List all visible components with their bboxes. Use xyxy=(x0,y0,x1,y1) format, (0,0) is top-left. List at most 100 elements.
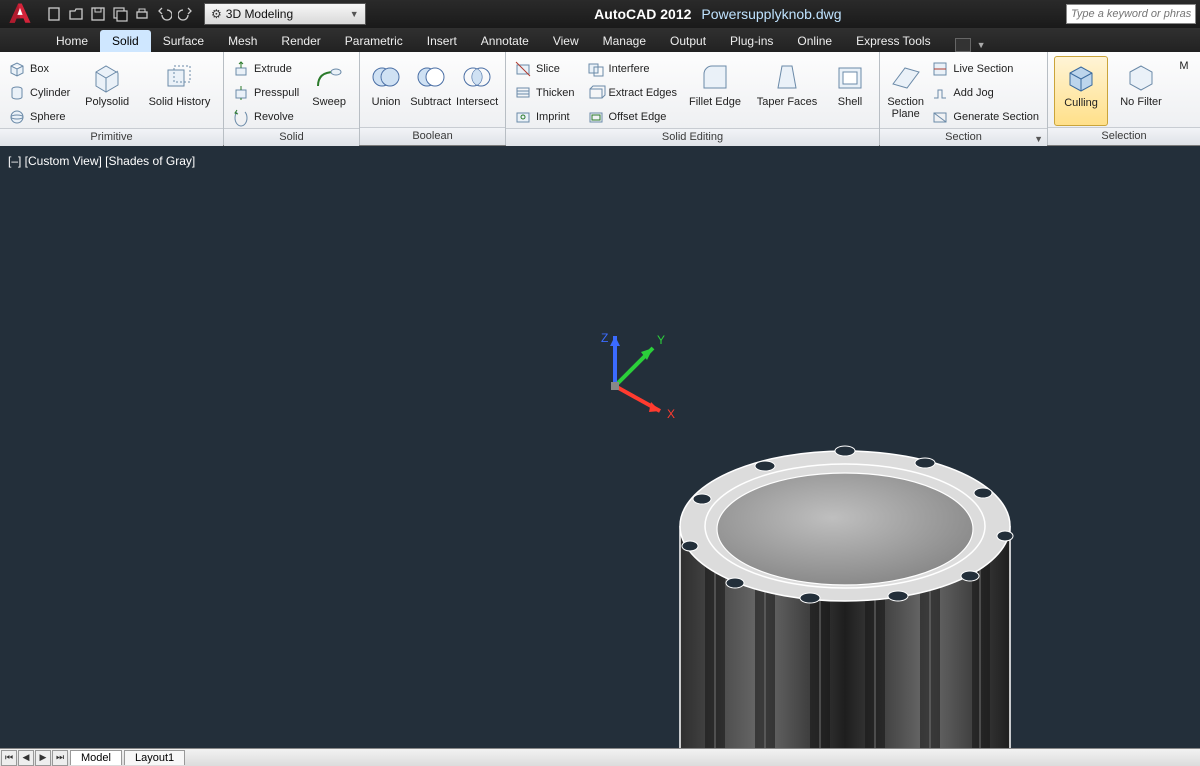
sweep-label: Sweep xyxy=(312,96,346,108)
first-tab-icon[interactable]: ⏮ xyxy=(1,750,17,766)
livesection-button[interactable]: Live Section xyxy=(929,58,1041,80)
taperfaces-icon xyxy=(770,60,804,94)
presspull-button[interactable]: Presspull xyxy=(230,82,301,104)
intersect-label: Intersect xyxy=(456,96,498,108)
thicken-button[interactable]: Thicken xyxy=(512,82,577,104)
tab-mesh[interactable]: Mesh xyxy=(216,30,269,52)
subtract-icon xyxy=(414,60,448,94)
tab-render[interactable]: Render xyxy=(269,30,332,52)
revolve-button[interactable]: Revolve xyxy=(230,106,301,128)
undo-icon[interactable] xyxy=(154,4,174,24)
panel-section-caption-label: Section xyxy=(945,131,982,143)
culling-button[interactable]: Culling xyxy=(1054,56,1108,126)
taperfaces-label: Taper Faces xyxy=(757,96,818,108)
sectionplane-button[interactable]: Section Plane xyxy=(886,56,925,126)
tab-home[interactable]: Home xyxy=(44,30,100,52)
search-input[interactable] xyxy=(1071,8,1191,20)
offsetedge-button[interactable]: Offset Edge xyxy=(585,106,679,128)
shell-button[interactable]: Shell xyxy=(827,56,873,126)
interfere-icon xyxy=(587,60,605,78)
tab-solid[interactable]: Solid xyxy=(100,30,151,52)
knob-model[interactable] xyxy=(660,391,1030,748)
taperfaces-button[interactable]: Taper Faces xyxy=(751,56,823,126)
axis-y-label: Y xyxy=(657,333,665,347)
panel-boolean-caption[interactable]: Boolean xyxy=(360,127,505,145)
intersect-button[interactable]: Intersect xyxy=(455,56,499,126)
tab-manage[interactable]: Manage xyxy=(591,30,658,52)
app-title: AutoCAD 2012 xyxy=(594,6,691,22)
panel-primitive-caption[interactable]: Primitive xyxy=(0,128,223,146)
ribbon-toggle-dd-icon[interactable]: ▼ xyxy=(977,40,986,50)
drawing-viewport[interactable]: [–] [Custom View] [Shades of Gray] X Y Z xyxy=(0,146,1200,748)
tab-annotate[interactable]: Annotate xyxy=(469,30,541,52)
viewport-label[interactable]: [–] [Custom View] [Shades of Gray] xyxy=(8,154,195,168)
solidhistory-label: Solid History xyxy=(149,96,211,108)
nofilter-label: No Filter xyxy=(1120,96,1162,108)
sweep-button[interactable]: Sweep xyxy=(305,56,353,126)
axis-tripod: X Y Z xyxy=(555,326,675,451)
sphere-button[interactable]: Sphere xyxy=(6,106,72,128)
tab-parametric[interactable]: Parametric xyxy=(333,30,415,52)
redo-icon[interactable] xyxy=(176,4,196,24)
panel-solidediting-caption[interactable]: Solid Editing xyxy=(506,128,879,146)
save-icon[interactable] xyxy=(88,4,108,24)
more-button[interactable]: M xyxy=(1174,56,1194,126)
extrude-button[interactable]: Extrude xyxy=(230,58,301,80)
generatesection-button[interactable]: Generate Section xyxy=(929,106,1041,128)
filletedge-button[interactable]: Fillet Edge xyxy=(683,56,747,126)
polysolid-label: Polysolid xyxy=(85,96,129,108)
tab-insert[interactable]: Insert xyxy=(415,30,469,52)
open-icon[interactable] xyxy=(66,4,86,24)
presspull-label: Presspull xyxy=(254,87,299,99)
panel-section-caption[interactable]: Section▼ xyxy=(880,128,1047,146)
tab-expresstools[interactable]: Express Tools xyxy=(844,30,942,52)
more-label: M xyxy=(1179,60,1188,72)
interfere-button[interactable]: Interfere xyxy=(585,58,679,80)
app-logo[interactable] xyxy=(0,0,40,28)
extractedges-icon xyxy=(587,84,605,102)
tab-online[interactable]: Online xyxy=(785,30,844,52)
search-box[interactable] xyxy=(1066,4,1196,24)
extractedges-button[interactable]: Extract Edges xyxy=(585,82,679,104)
culling-label: Culling xyxy=(1064,97,1098,109)
panel-selection-caption[interactable]: Selection xyxy=(1048,127,1200,145)
revolve-label: Revolve xyxy=(254,111,294,123)
panel-solid-caption[interactable]: Solid xyxy=(224,128,359,146)
workspace-switcher[interactable]: ⚙ 3D Modeling ▼ xyxy=(204,3,366,25)
tab-plugins[interactable]: Plug-ins xyxy=(718,30,785,52)
ribbon-toggle-icon[interactable] xyxy=(955,38,971,52)
polysolid-button[interactable]: Polysolid xyxy=(76,56,138,126)
saveas-icon[interactable] xyxy=(110,4,130,24)
tab-model[interactable]: Model xyxy=(70,750,122,765)
culling-icon xyxy=(1064,61,1098,95)
new-icon[interactable] xyxy=(44,4,64,24)
sectionplane-icon xyxy=(889,60,923,94)
generatesection-icon xyxy=(931,108,949,126)
union-icon xyxy=(369,60,403,94)
imprint-button[interactable]: Imprint xyxy=(512,106,577,128)
panel-solid: Extrude Presspull Revolve Sweep Solid xyxy=(224,52,360,145)
nofilter-button[interactable]: No Filter xyxy=(1112,56,1170,126)
slice-button[interactable]: Slice xyxy=(512,58,577,80)
extractedges-label: Extract Edges xyxy=(609,87,677,99)
print-icon[interactable] xyxy=(132,4,152,24)
subtract-button[interactable]: Subtract xyxy=(406,56,455,126)
ribbon: Box Cylinder Sphere Polysolid Solid Hist… xyxy=(0,52,1200,146)
box-button[interactable]: Box xyxy=(6,58,72,80)
addjog-button[interactable]: Add Jog xyxy=(929,82,1041,104)
last-tab-icon[interactable]: ⏭ xyxy=(52,750,68,766)
extrude-label: Extrude xyxy=(254,63,292,75)
tab-layout1[interactable]: Layout1 xyxy=(124,750,185,765)
sectionplane-label: Section Plane xyxy=(887,96,924,120)
title-center: AutoCAD 2012 Powersupplyknob.dwg xyxy=(370,6,1066,22)
offsetedge-icon xyxy=(587,108,605,126)
cylinder-button[interactable]: Cylinder xyxy=(6,82,72,104)
tab-view[interactable]: View xyxy=(541,30,591,52)
solidhistory-button[interactable]: Solid History xyxy=(142,56,217,126)
tab-output[interactable]: Output xyxy=(658,30,718,52)
panel-boolean: Union Subtract Intersect Boolean xyxy=(360,52,506,145)
prev-tab-icon[interactable]: ◀ xyxy=(18,750,34,766)
next-tab-icon[interactable]: ▶ xyxy=(35,750,51,766)
union-button[interactable]: Union xyxy=(366,56,406,126)
tab-surface[interactable]: Surface xyxy=(151,30,216,52)
